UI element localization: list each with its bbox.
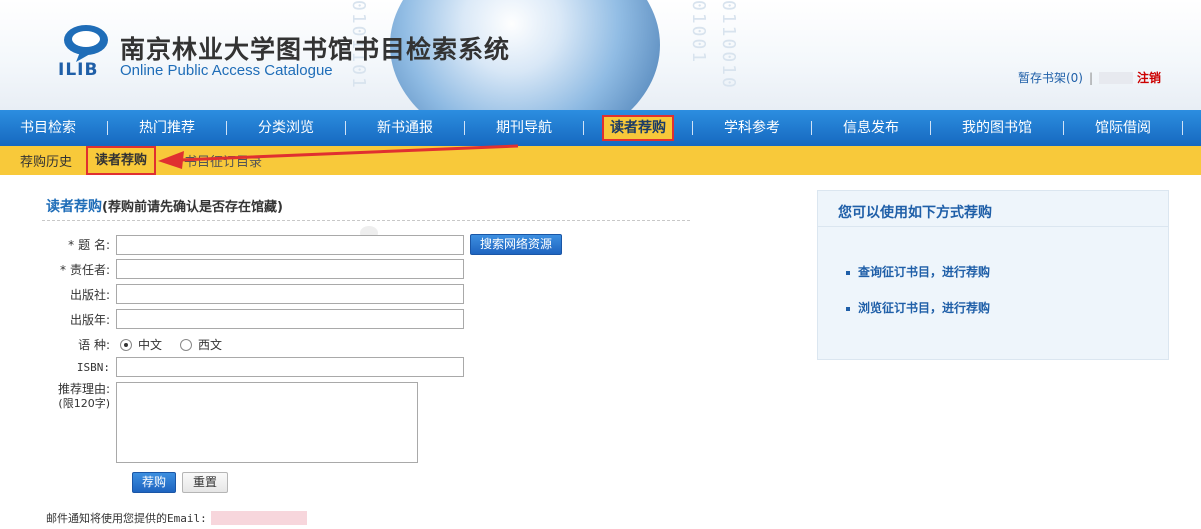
nav-separator <box>583 121 584 135</box>
form-actions: 荐购 重置 <box>132 472 229 493</box>
reason-row: 推荐理由: (限120字) <box>50 382 418 463</box>
recommend-methods-panel: 您可以使用如下方式荐购 查询征订书目，进行荐购 浏览征订书目，进行荐购 <box>817 190 1169 360</box>
nav-item-journal-nav[interactable]: 期刊导航 <box>483 118 565 138</box>
subnav-item-history[interactable]: 荐购历史 <box>20 151 72 170</box>
reason-limit: (限120字) <box>58 397 110 410</box>
search-web-button[interactable]: 搜索网络资源 <box>470 234 563 255</box>
publisher-label: 出版社: <box>69 287 110 302</box>
language-radio-western[interactable] <box>180 338 193 351</box>
reason-textarea[interactable] <box>116 382 418 463</box>
nav-separator <box>464 121 465 135</box>
nav-separator <box>107 121 108 135</box>
publisher-row: 出版社: <box>50 284 464 304</box>
language-radio-chinese[interactable] <box>120 338 132 351</box>
nav-separator <box>1182 121 1183 135</box>
form-title-note: (荐购前请先确认是否存在馆藏) <box>102 200 283 215</box>
main-nav: 书目检索 热门推荐 分类浏览 新书通报 期刊导航 读者荐购 学科参考 信息发布 … <box>0 110 1201 146</box>
nav-item-subject-reference[interactable]: 学科参考 <box>711 118 793 138</box>
subnav-item-reader-recommend[interactable]: 读者荐购 <box>86 146 157 175</box>
logout-link[interactable]: 注销 <box>1137 69 1161 86</box>
nav-item-category-browse[interactable]: 分类浏览 <box>245 118 327 138</box>
author-row: * 责任者: <box>50 259 464 279</box>
author-input[interactable] <box>116 259 464 279</box>
reason-label: 推荐理由: (限120字) <box>50 382 116 411</box>
nav-item-hot-recommend[interactable]: 热门推荐 <box>126 118 208 138</box>
nav-item-reader-recommend[interactable]: 读者荐购 <box>602 115 674 141</box>
nav-separator <box>345 121 346 135</box>
side-link-query-catalog[interactable]: 查询征订书目，进行荐购 <box>846 263 990 280</box>
site-title: 南京林业大学图书馆书目检索系统 <box>120 35 511 64</box>
nav-item-my-library[interactable]: 我的图书馆 <box>949 118 1045 138</box>
shelf-link[interactable]: 暂存书架(0) <box>1018 69 1083 86</box>
year-label: 出版年: <box>69 312 110 327</box>
reset-button[interactable]: 重置 <box>182 472 229 493</box>
language-label: 语 种: <box>78 338 110 352</box>
nav-separator <box>1063 121 1064 135</box>
logo-text: ILIB <box>58 60 99 80</box>
nav-separator <box>226 121 227 135</box>
reason-label-text: 推荐理由: <box>57 382 110 396</box>
nav-separator <box>930 121 931 135</box>
form-title-main: 读者荐购 <box>46 199 102 215</box>
required-mark: * <box>59 262 66 277</box>
nav-item-info-release[interactable]: 信息发布 <box>830 118 912 138</box>
title-label: * 题 名: <box>68 238 110 252</box>
page-header: 0101101 01001 0110010 ILIB 南京林业大学图书馆书目检索… <box>0 0 1201 110</box>
author-label: * 责任者: <box>59 262 110 277</box>
nav-separator <box>811 121 812 135</box>
separator: | <box>1088 70 1093 85</box>
site-subtitle: Online Public Access Catalogue <box>120 62 333 79</box>
nav-item-new-books[interactable]: 新书通报 <box>364 118 446 138</box>
username-redacted <box>1098 71 1133 84</box>
isbn-label: ISBN: <box>76 360 110 374</box>
form-title: 读者荐购(荐购前请先确认是否存在馆藏) <box>46 196 283 216</box>
publisher-input[interactable] <box>116 284 464 304</box>
bullet-icon <box>846 306 850 311</box>
nav-item-catalog-search[interactable]: 书目检索 <box>7 118 89 138</box>
email-note: 邮件通知将使用您提供的Email: <box>46 510 307 526</box>
title-input[interactable] <box>116 234 464 255</box>
required-mark: * <box>68 238 75 252</box>
side-link-browse-catalog[interactable]: 浏览征订书目，进行荐购 <box>846 299 990 316</box>
year-row: 出版年: <box>50 309 464 329</box>
side-panel-title: 您可以使用如下方式荐购 <box>818 191 1168 227</box>
year-input[interactable] <box>116 309 464 329</box>
email-note-text: 邮件通知将使用您提供的Email: <box>46 512 207 525</box>
submit-recommend-button[interactable]: 荐购 <box>132 472 177 493</box>
language-row: 语 种: 中文 西文 <box>50 336 236 353</box>
email-redacted <box>210 511 307 525</box>
form-divider <box>42 220 690 221</box>
isbn-input[interactable] <box>116 357 464 377</box>
nav-item-interlibrary-loan[interactable]: 馆际借阅 <box>1082 118 1164 138</box>
binary-decoration: 01001 <box>688 0 709 65</box>
language-option-chinese: 中文 <box>138 338 163 352</box>
bullet-icon <box>846 270 850 275</box>
nav-separator <box>692 121 693 135</box>
language-option-western: 西文 <box>198 338 223 352</box>
isbn-row: ISBN: <box>50 357 464 377</box>
top-links: 暂存书架(0) | 注销 <box>1018 69 1161 86</box>
binary-decoration: 0110010 <box>718 0 739 90</box>
title-row: * 题 名: 搜索网络资源 <box>50 234 563 255</box>
annotation-arrow-icon <box>158 144 519 169</box>
